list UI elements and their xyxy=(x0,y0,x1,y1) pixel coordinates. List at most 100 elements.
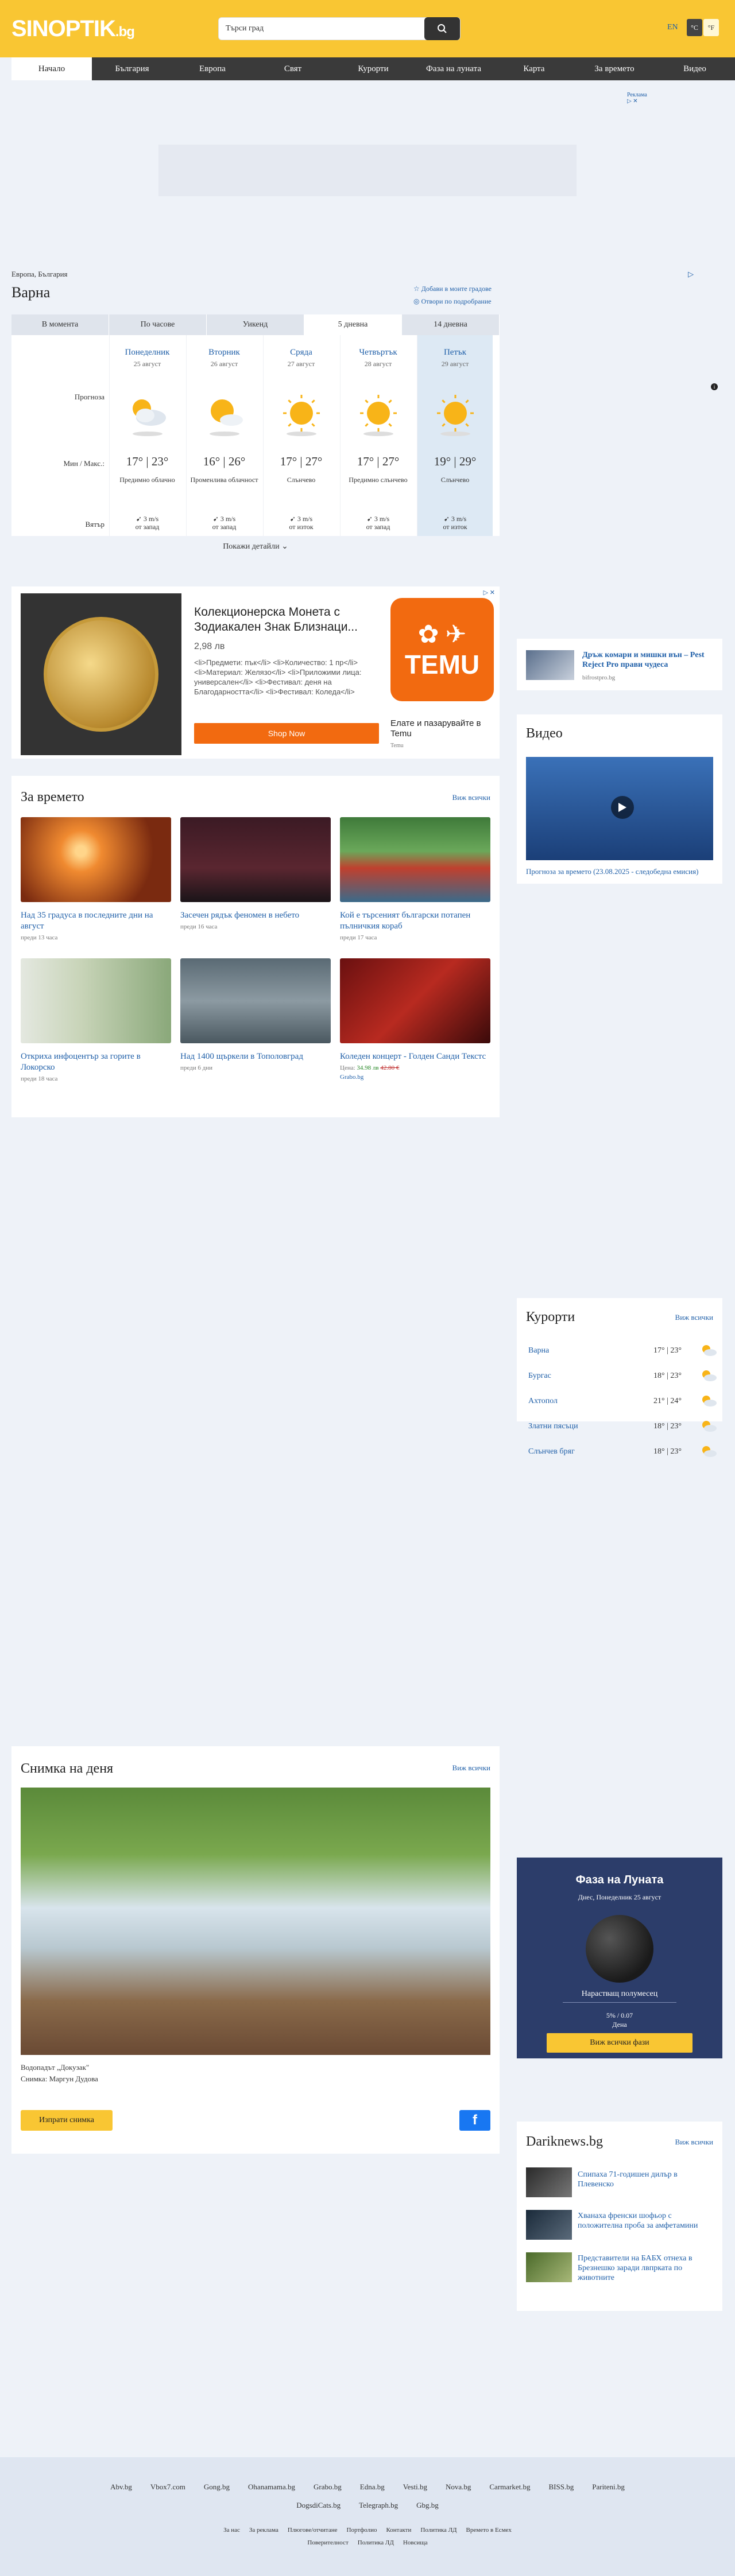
moon-phases-button[interactable]: Виж всички фази xyxy=(547,2033,693,2053)
resort-name[interactable]: Бургас xyxy=(528,1371,653,1381)
nav-item-map[interactable]: Карта xyxy=(494,57,574,80)
promo-title[interactable]: Колекционерска Монета с Зодиакален Знак … xyxy=(194,605,384,635)
footer-link[interactable]: Nova.bg xyxy=(446,2482,471,2491)
photo-image[interactable] xyxy=(21,1788,490,2055)
darik-item[interactable]: Спипаха 71-годишен дилър в Плевенско xyxy=(578,2170,713,2189)
info-icon[interactable]: i xyxy=(711,383,718,390)
footer-link[interactable]: Gong.bg xyxy=(204,2482,230,2491)
nav-item-world[interactable]: Свят xyxy=(253,57,333,80)
forecast-day[interactable]: Петък 29 август 19° | 29° Слънчево ➹ 3 m/s от… xyxy=(417,335,493,536)
resort-name[interactable]: Златни пясъци xyxy=(528,1422,653,1431)
tab-weekend[interactable]: Уикенд xyxy=(207,314,304,335)
ad-choices-icon[interactable]: ▷ xyxy=(688,270,694,279)
side-ad-title[interactable]: Дръж комари и мишки вън – Pest Reject Pr… xyxy=(582,650,714,670)
darik-image[interactable] xyxy=(526,2252,572,2282)
news-image[interactable] xyxy=(21,958,171,1043)
darik-item[interactable]: Представители на БАБХ отнеха в Брезнешко… xyxy=(578,2253,713,2283)
forecast-day[interactable]: Понеделник 25 август 17° | 23° Предимно обл… xyxy=(109,335,185,536)
footer-link[interactable]: За реклама xyxy=(249,2527,278,2534)
news-all-link[interactable]: Виж всички xyxy=(452,793,490,802)
tab-hourly[interactable]: По часове xyxy=(109,314,207,335)
news-card-title[interactable]: Кой е търсеният български потапен пълнич… xyxy=(340,910,490,932)
resort-row[interactable]: Златни пясъци 18° | 23° xyxy=(528,1413,718,1440)
celsius-button[interactable]: °C xyxy=(687,19,702,36)
promo-cta[interactable]: Елате и пазарувайте в Temu xyxy=(390,718,494,739)
news-card-title[interactable]: Коледен концерт - Голден Санди Текстс xyxy=(340,1051,490,1062)
footer-link[interactable]: За нас xyxy=(223,2527,240,2534)
ad-choices-icon[interactable]: ▷ ✕ xyxy=(483,589,495,596)
nav-item-weather-news[interactable]: За времето xyxy=(574,57,655,80)
news-card-source[interactable]: Grabo.bg xyxy=(340,1074,490,1081)
day-name[interactable]: Понеделник xyxy=(110,348,185,358)
footer-link[interactable]: Gbg.bg xyxy=(416,2501,439,2509)
resorts-all-link[interactable]: Виж всички xyxy=(675,1313,713,1322)
show-details-button[interactable]: Покажи детайли ⌄ xyxy=(11,542,500,551)
coin-image[interactable] xyxy=(21,593,181,755)
darik-item[interactable]: Хванаха френски шофьор с положителна про… xyxy=(578,2211,713,2231)
footer-link[interactable]: Плюгове/отчитане xyxy=(288,2527,338,2534)
news-card[interactable]: Коледен концерт - Голден Санди Текстс Це… xyxy=(340,958,490,1081)
darik-image[interactable] xyxy=(526,2167,572,2197)
resort-row[interactable]: Бургас 18° | 23° xyxy=(528,1362,718,1390)
footer-link[interactable]: Времето в Есмeх xyxy=(466,2527,512,2534)
video-thumbnail[interactable] xyxy=(526,757,713,860)
day-name[interactable]: Сряда xyxy=(264,348,339,358)
footer-link[interactable]: Vesti.bg xyxy=(403,2482,427,2491)
news-card[interactable]: Откриха инфоцентър за горите в Локорско … xyxy=(21,958,171,1082)
footer-link[interactable]: Ohanamama.bg xyxy=(248,2482,295,2491)
day-name[interactable]: Вторник xyxy=(187,348,262,358)
photo-all-link[interactable]: Виж всички xyxy=(452,1763,490,1773)
nav-item-video[interactable]: Видео xyxy=(655,57,735,80)
fahrenheit-button[interactable]: °F xyxy=(703,19,719,36)
temu-logo[interactable]: ✿ ✈ TEMU xyxy=(390,598,494,701)
tab-5day[interactable]: 5 дневна xyxy=(304,314,402,335)
news-image[interactable] xyxy=(180,817,331,902)
news-image[interactable] xyxy=(340,817,490,902)
news-card[interactable]: Над 1400 щъркели в Тополовград преди 6 д… xyxy=(180,958,331,1071)
footer-link[interactable]: Политика ЛД xyxy=(358,2539,394,2546)
footer-link[interactable]: Edna.bg xyxy=(360,2482,385,2491)
search-button[interactable] xyxy=(424,17,460,40)
nav-item-europe[interactable]: Европа xyxy=(172,57,253,80)
search-input[interactable]: Търси град xyxy=(218,17,461,40)
footer-link[interactable]: Abv.bg xyxy=(110,2482,132,2491)
resort-name[interactable]: Ахтопол xyxy=(528,1397,653,1406)
shop-now-button[interactable]: Shop Now xyxy=(194,723,379,744)
tab-now[interactable]: В момента xyxy=(11,314,109,335)
footer-link[interactable]: Новсища xyxy=(403,2539,428,2546)
darik-image[interactable] xyxy=(526,2210,572,2240)
footer-link[interactable]: Поверителност xyxy=(307,2539,348,2546)
side-ad[interactable]: Дръж комари и мишки вън – Pest Reject Pr… xyxy=(517,639,722,690)
footer-link[interactable]: BISS.bg xyxy=(549,2482,574,2491)
news-card[interactable]: Кой е търсеният български потапен пълнич… xyxy=(340,817,490,941)
nav-item-moon[interactable]: Фаза на луната xyxy=(413,57,494,80)
news-image[interactable] xyxy=(180,958,331,1043)
resort-row[interactable]: Слънчев бряг 18° | 23° xyxy=(528,1438,718,1466)
day-name[interactable]: Четвъртък xyxy=(341,348,416,358)
footer-link[interactable]: Контакти xyxy=(386,2527,411,2534)
footer-link[interactable]: Pariteni.bg xyxy=(592,2482,625,2491)
detail-link[interactable]: ◎ Отвори по подробрание xyxy=(413,295,492,308)
news-card[interactable]: Над 35 градуса в последните дни на авгус… xyxy=(21,817,171,941)
forecast-day[interactable]: Четвъртък 28 август 17° | 27° Предимно слън… xyxy=(340,335,416,536)
news-card[interactable]: Засечен рядък феномен в небето преди 16 … xyxy=(180,817,331,930)
footer-link[interactable]: Carmarket.bg xyxy=(489,2482,530,2491)
news-card-title[interactable]: Засечен рядък феномен в небето xyxy=(180,910,331,921)
add-city-link[interactable]: ☆ Добави в моите градове xyxy=(413,282,492,295)
footer-link[interactable]: DogsdiCats.bg xyxy=(296,2501,341,2509)
news-image[interactable] xyxy=(340,958,490,1043)
facebook-share-icon[interactable]: f xyxy=(459,2110,490,2131)
nav-item-home[interactable]: Начало xyxy=(11,57,92,80)
footer-link[interactable]: Telegraph.bg xyxy=(359,2501,398,2509)
news-card-title[interactable]: Над 1400 щъркели в Тополовград xyxy=(180,1051,331,1062)
language-switch[interactable]: EN xyxy=(667,23,678,32)
footer-link[interactable]: Портфолио xyxy=(347,2527,377,2534)
send-photo-button[interactable]: Изпрати снимка xyxy=(21,2110,113,2131)
logo[interactable]: SINOPTIK.bg xyxy=(11,16,135,42)
nav-item-bulgaria[interactable]: България xyxy=(92,57,172,80)
news-card-title[interactable]: Над 35 градуса в последните дни на авгус… xyxy=(21,910,171,932)
footer-link[interactable]: Vbox7.com xyxy=(150,2482,185,2491)
forecast-day[interactable]: Сряда 27 август 17° | 27° Слънчево ➹ 3 m/s от… xyxy=(263,335,339,536)
resort-name[interactable]: Варна xyxy=(528,1346,653,1355)
news-card-title[interactable]: Откриха инфоцентър за горите в Локорско xyxy=(21,1051,171,1073)
